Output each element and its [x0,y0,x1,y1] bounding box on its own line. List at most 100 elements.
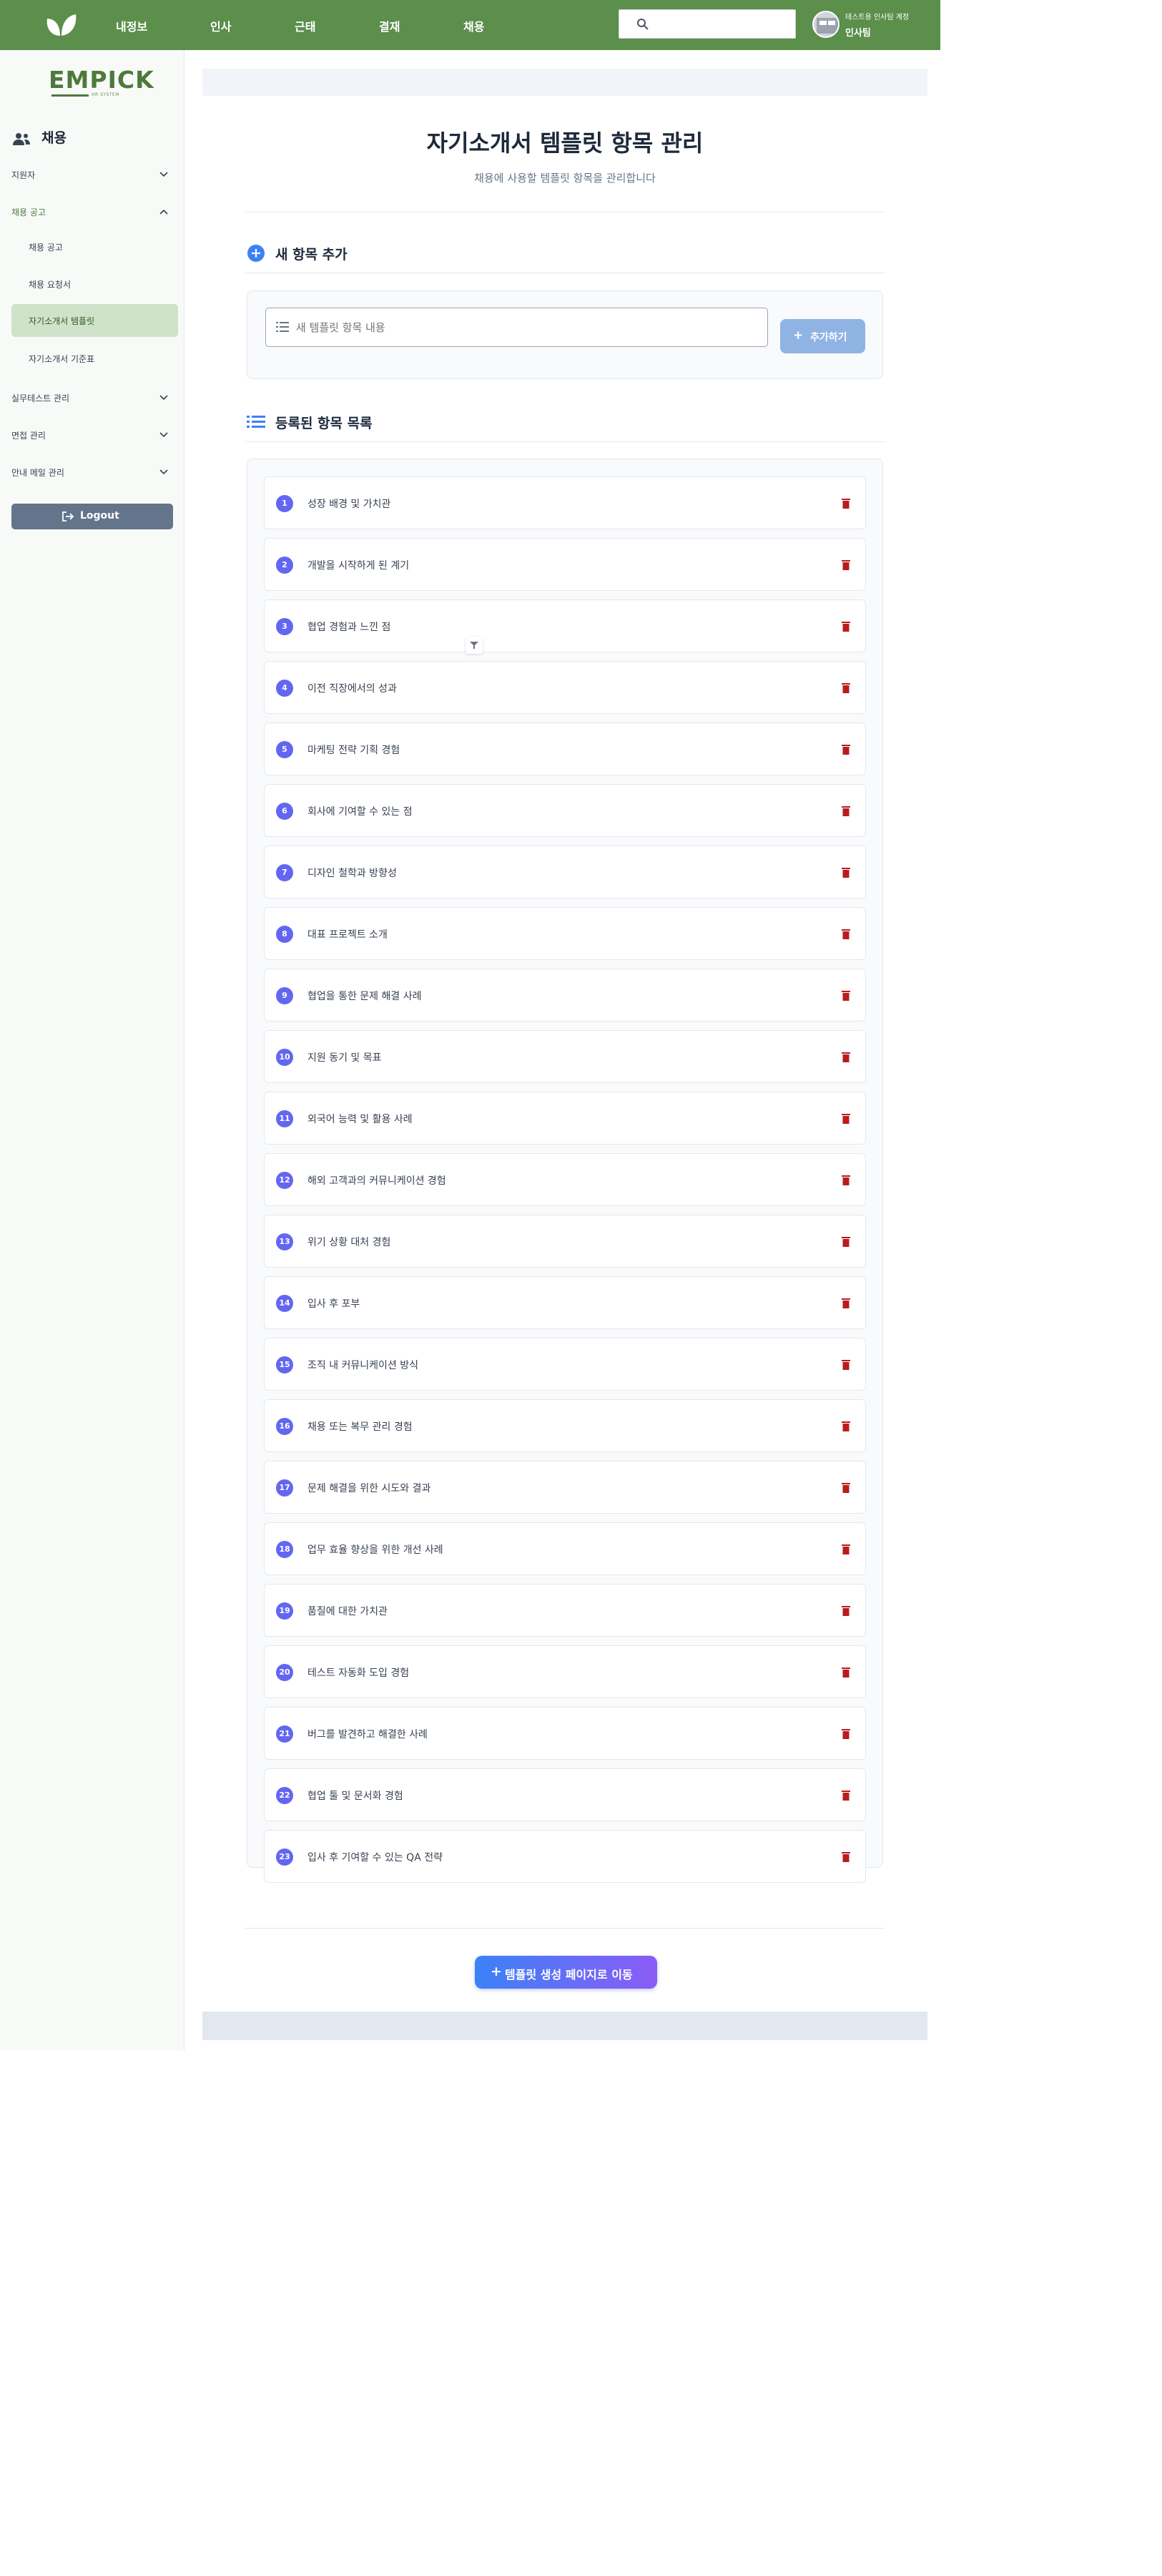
trash-icon[interactable] [841,1482,851,1494]
chevron-up-icon [159,209,168,215]
trash-icon[interactable] [841,1421,851,1432]
trash-icon[interactable] [841,1728,851,1740]
item-text: 개발을 시작하게 된 계기 [307,560,410,572]
avatar-image-icon [814,12,838,36]
sidebar-item-applicants[interactable]: 지원자 [0,159,184,190]
item-text: 입사 후 기여할 수 있는 QA 전략 [307,1852,443,1864]
list-item[interactable]: 20 테스트 자동화 도입 경험 [264,1645,866,1698]
sidebar-item-interviews[interactable]: 면접 관리 [0,419,184,451]
list-item[interactable]: 23 입사 후 기여할 수 있는 QA 전략 [264,1830,866,1883]
item-number-badge: 6 [276,803,293,820]
item-number-badge: 16 [276,1418,293,1435]
trash-icon[interactable] [841,1359,851,1371]
trash-icon[interactable] [841,682,851,694]
sidebar-item-practical-test[interactable]: 실무테스트 관리 [0,382,184,413]
sidebar-item-job-postings[interactable]: 채용 공고 [0,196,184,227]
list-item[interactable]: 5 마케팅 전략 기획 경험 [264,723,866,775]
item-number-badge: 14 [276,1295,293,1312]
list-item[interactable]: 3 협업 경험과 느낀 점 [264,599,866,652]
brand-logo[interactable]: EMPICK HR SYSTEM [49,66,154,102]
item-text: 마케팅 전략 기획 경험 [307,745,400,756]
trash-icon[interactable] [841,1544,851,1555]
sidebar-subitem-job-postings[interactable]: 채용 공고 [11,230,178,263]
top-nav-bar: 내정보 인사 근태 결재 채용 테스트용 인사팀 계정 인사팀 [0,0,940,50]
trash-icon[interactable] [841,929,851,940]
item-number-badge: 18 [276,1541,293,1558]
item-number-badge: 3 [276,618,293,635]
chevron-down-icon [159,395,168,401]
divider [245,441,885,442]
trash-icon[interactable] [841,1113,851,1125]
list-item[interactable]: 15 조직 내 커뮤니케이션 방식 [264,1338,866,1391]
list-item[interactable]: 21 버그를 발견하고 해결한 사례 [264,1707,866,1760]
item-number-badge: 12 [276,1172,293,1189]
trash-icon[interactable] [841,1236,851,1248]
trash-icon[interactable] [841,498,851,509]
list-item[interactable]: 8 대표 프로젝트 소개 [264,907,866,960]
trash-icon[interactable] [841,1667,851,1678]
item-text: 성장 배경 및 가치관 [307,499,391,510]
user-account-label: 테스트용 인사팀 계정 [845,14,910,21]
trash-icon[interactable] [841,805,851,817]
item-text: 해외 고객과의 커뮤니케이션 경험 [307,1175,446,1187]
logout-button[interactable]: Logout [11,504,173,529]
nav-item-hr[interactable]: 인사 [210,17,231,34]
trash-icon[interactable] [841,621,851,632]
nav-item-my-info[interactable]: 내정보 [116,17,147,34]
list-item[interactable]: 17 문제 해결을 위한 시도와 결과 [264,1461,866,1514]
logout-icon [62,511,74,521]
go-to-template-create-button[interactable]: + 템플릿 생성 페이지로 이동 [475,1956,657,1989]
trash-icon[interactable] [841,990,851,1001]
trash-icon[interactable] [841,867,851,878]
list-item[interactable]: 2 개발을 시작하게 된 계기 [264,538,866,591]
item-number-badge: 9 [276,987,293,1004]
sidebar-subitem-cover-letter-template[interactable]: 자기소개서 템플릿 [11,304,178,337]
item-text: 품질에 대한 가치관 [307,1606,388,1617]
list-item[interactable]: 19 품질에 대한 가치관 [264,1584,866,1637]
item-text: 위기 상황 대처 경험 [307,1237,391,1248]
trash-icon[interactable] [841,1605,851,1617]
item-text: 버그를 발견하고 해결한 사례 [307,1729,428,1740]
list-item[interactable]: 9 협업을 통한 문제 해결 사례 [264,969,866,1022]
trash-icon[interactable] [841,1790,851,1801]
nav-item-attendance[interactable]: 근태 [295,17,315,34]
list-item[interactable]: 18 업무 효율 향상을 위한 개선 사례 [264,1522,866,1575]
add-item-panel: + 추가하기 [247,290,883,379]
trash-icon[interactable] [841,744,851,755]
trash-icon[interactable] [841,1052,851,1063]
trash-icon[interactable] [841,1175,851,1186]
item-text: 협업을 통한 문제 해결 사례 [307,991,422,1002]
sidebar-subitem-cover-letter-criteria[interactable]: 자기소개서 기준표 [11,342,178,375]
filter-icon[interactable] [466,637,483,654]
sidebar-subitem-hiring-request[interactable]: 채용 요청서 [11,268,178,300]
list-item[interactable]: 11 외국어 능력 및 활용 사례 [264,1092,866,1145]
list-item[interactable]: 16 채용 또는 복무 관리 경험 [264,1399,866,1452]
trash-icon[interactable] [841,1298,851,1309]
search-input[interactable] [619,9,796,39]
list-item[interactable]: 22 협업 툴 및 문서화 경험 [264,1768,866,1821]
leaf-logo-icon[interactable] [44,11,77,39]
trash-icon[interactable] [841,1851,851,1863]
list-item[interactable]: 4 이전 직장에서의 성과 [264,661,866,714]
list-item[interactable]: 13 위기 상황 대처 경험 [264,1215,866,1268]
list-item[interactable]: 1 성장 배경 및 가치관 [264,476,866,529]
list-item[interactable]: 12 해외 고객과의 커뮤니케이션 경험 [264,1153,866,1206]
users-icon [13,133,30,145]
list-item[interactable]: 7 디자인 철학과 방향성 [264,846,866,898]
item-number-badge: 21 [276,1725,293,1743]
item-number-badge: 1 [276,495,293,512]
trash-icon[interactable] [841,559,851,571]
list-item[interactable]: 6 회사에 기여할 수 있는 점 [264,784,866,837]
new-item-input[interactable] [265,308,768,347]
nav-item-approval[interactable]: 결재 [379,17,400,34]
avatar[interactable] [812,11,840,38]
item-text: 외국어 능력 및 활용 사례 [307,1114,413,1125]
list-item[interactable]: 10 지원 동기 및 목표 [264,1030,866,1083]
plus-icon: + [491,1964,502,1979]
item-text: 업무 효율 향상을 위한 개선 사례 [307,1544,443,1556]
list-item[interactable]: 14 입사 후 포부 [264,1276,866,1329]
nav-item-recruit[interactable]: 채용 [463,17,484,34]
item-number-badge: 17 [276,1479,293,1497]
add-item-button[interactable]: + 추가하기 [780,319,865,353]
sidebar-item-notice-mail[interactable]: 안내 메일 관리 [0,456,184,488]
